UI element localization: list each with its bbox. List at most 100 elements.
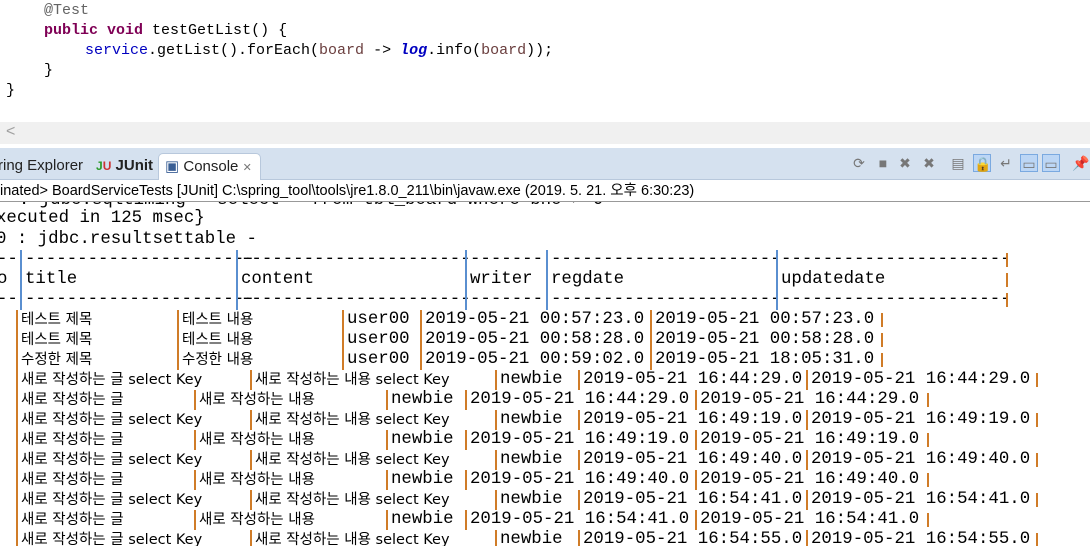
editor-horizontal-scrollbar[interactable]: < xyxy=(0,122,1090,144)
tab-console[interactable]: ▣ Console ✕ xyxy=(158,153,261,180)
clear-console-icon[interactable]: ▤ xyxy=(949,154,967,172)
table-cell: 2019-05-21 16:44:29.0 xyxy=(695,390,919,410)
table-cell: user00 xyxy=(342,350,410,370)
table-cell: 2019-05-21 00:58:28.0 xyxy=(420,330,644,350)
scroll-lock-icon[interactable]: 🔒 xyxy=(973,154,991,172)
console-line: 0 : jdbc.resultsettable - xyxy=(0,230,257,249)
code-token: board xyxy=(481,42,527,59)
code-line: } xyxy=(44,61,53,81)
table-cell: ---------------------- xyxy=(236,290,471,310)
table-cell: 수정한 내용 xyxy=(177,350,253,370)
table-cell: 새로 작성하는 글 xyxy=(16,390,124,410)
table-cell: -- xyxy=(0,290,18,309)
table-cell: 테스트 제목 xyxy=(16,310,92,330)
remove-all-terminated-icon[interactable]: ✖ xyxy=(920,154,938,172)
table-cell: 2019-05-21 16:44:29.0 xyxy=(465,390,689,410)
table-cell: 새로 작성하는 글 select Key xyxy=(16,410,202,430)
code-line: service.getList().forEach(board -> log.i… xyxy=(85,41,553,61)
table-cell: newbie xyxy=(386,390,454,410)
column-divider xyxy=(927,393,929,407)
table-cell: 새로 작성하는 글 xyxy=(16,470,124,490)
column-divider xyxy=(1036,493,1038,507)
code-line: @Test xyxy=(44,1,89,21)
column-divider xyxy=(881,353,883,367)
table-cell: 새로 작성하는 글 select Key xyxy=(16,490,202,510)
table-cell: ---------------------- xyxy=(20,290,255,310)
column-divider xyxy=(1006,273,1008,287)
table-cell: 새로 작성하는 내용 xyxy=(194,510,315,530)
table-cell: 2019-05-21 18:05:31.0 xyxy=(650,350,874,370)
table-cell: 2019-05-21 16:49:19.0 xyxy=(806,410,1030,430)
table-cell: -- xyxy=(0,250,18,269)
show-on-stderr-icon[interactable]: ▭ xyxy=(1042,154,1060,172)
column-divider xyxy=(1006,293,1008,307)
relaunch-icon[interactable]: ⟳ xyxy=(850,154,868,172)
table-cell: 2019-05-21 16:44:29.0 xyxy=(806,370,1030,390)
table-cell: 새로 작성하는 내용 select Key xyxy=(250,410,450,430)
table-cell: newbie xyxy=(495,410,563,430)
code-token: } xyxy=(6,82,16,99)
column-divider xyxy=(1036,373,1038,387)
table-cell: ------- xyxy=(465,290,543,310)
table-cell: ---------------------- xyxy=(20,250,255,270)
table-cell: 2019-05-21 16:49:19.0 xyxy=(695,430,919,450)
table-cell: 2019-05-21 00:57:23.0 xyxy=(420,310,644,330)
table-cell: 2019-05-21 16:49:40.0 xyxy=(695,470,919,490)
table-cell: 2019-05-21 16:54:55.0 xyxy=(806,530,1030,546)
code-line: } xyxy=(6,81,15,101)
table-cell: 2019-05-21 16:44:29.0 xyxy=(578,370,802,390)
table-cell: ---------------------- xyxy=(236,250,471,270)
table-cell: 새로 작성하는 내용 xyxy=(194,430,315,450)
pin-console-icon[interactable]: 📌 xyxy=(1072,154,1090,172)
table-cell: 2019-05-21 16:54:41.0 xyxy=(806,490,1030,510)
table-cell: newbie xyxy=(495,370,563,390)
console-icon: ▣ xyxy=(165,158,180,175)
table-cell: newbie xyxy=(386,510,454,530)
table-cell: content xyxy=(236,270,314,290)
table-cell: ---------------------- xyxy=(776,290,1011,310)
table-cell: 2019-05-21 16:49:40.0 xyxy=(578,450,802,470)
table-cell: 2019-05-21 16:49:40.0 xyxy=(806,450,1030,470)
table-cell: newbie xyxy=(495,450,563,470)
scroll-left-icon[interactable]: < xyxy=(6,123,15,141)
table-cell: ---------------------- xyxy=(546,290,781,310)
tab-junit[interactable]: JU JUnit xyxy=(96,153,153,180)
table-cell: 2019-05-21 00:59:02.0 xyxy=(420,350,644,370)
table-cell: 2019-05-21 16:49:40.0 xyxy=(465,470,689,490)
table-cell: 새로 작성하는 내용 xyxy=(194,390,315,410)
table-cell: newbie xyxy=(495,530,563,546)
table-cell: 새로 작성하는 내용 select Key xyxy=(250,530,450,546)
terminate-icon[interactable]: ■ xyxy=(874,154,892,172)
word-wrap-icon[interactable]: ↵ xyxy=(997,154,1015,172)
table-cell: o xyxy=(0,270,8,289)
close-tab-icon[interactable]: ✕ xyxy=(243,162,252,174)
table-cell: 새로 작성하는 내용 xyxy=(194,470,315,490)
show-on-stdout-icon[interactable]: ▭ xyxy=(1020,154,1038,172)
code-token: .info( xyxy=(427,42,482,59)
table-cell: newbie xyxy=(495,490,563,510)
console-line: xecuted in 125 msec} xyxy=(0,209,205,228)
table-cell: 새로 작성하는 글 xyxy=(16,430,124,450)
code-editor[interactable]: @Test public void testGetList() {service.… xyxy=(0,0,1090,122)
tab-spring-explorer[interactable]: ring Explorer xyxy=(0,153,83,180)
table-cell: 2019-05-21 00:57:23.0 xyxy=(650,310,874,330)
table-cell: 새로 작성하는 글 select Key xyxy=(16,370,202,390)
table-cell: 새로 작성하는 내용 select Key xyxy=(250,490,450,510)
table-cell: title xyxy=(20,270,77,290)
code-token: void xyxy=(107,22,144,39)
code-token: service xyxy=(85,42,149,59)
column-divider xyxy=(881,313,883,327)
remove-launch-icon[interactable]: ✖ xyxy=(896,154,914,172)
junit-icon: JU xyxy=(96,159,112,173)
column-divider xyxy=(1036,413,1038,427)
table-cell: 테스트 제목 xyxy=(16,330,92,350)
table-cell: 2019-05-21 16:54:41.0 xyxy=(578,490,802,510)
table-cell: 새로 작성하는 글 xyxy=(16,510,124,530)
code-token: } xyxy=(44,62,54,79)
column-divider xyxy=(1036,453,1038,467)
code-line: public void testGetList() { xyxy=(44,21,287,41)
console-output[interactable]: • : jdbc.sqltiming - select * from tbl_b… xyxy=(0,202,1090,546)
code-token: testGetList() { xyxy=(143,22,288,39)
table-cell: newbie xyxy=(386,470,454,490)
